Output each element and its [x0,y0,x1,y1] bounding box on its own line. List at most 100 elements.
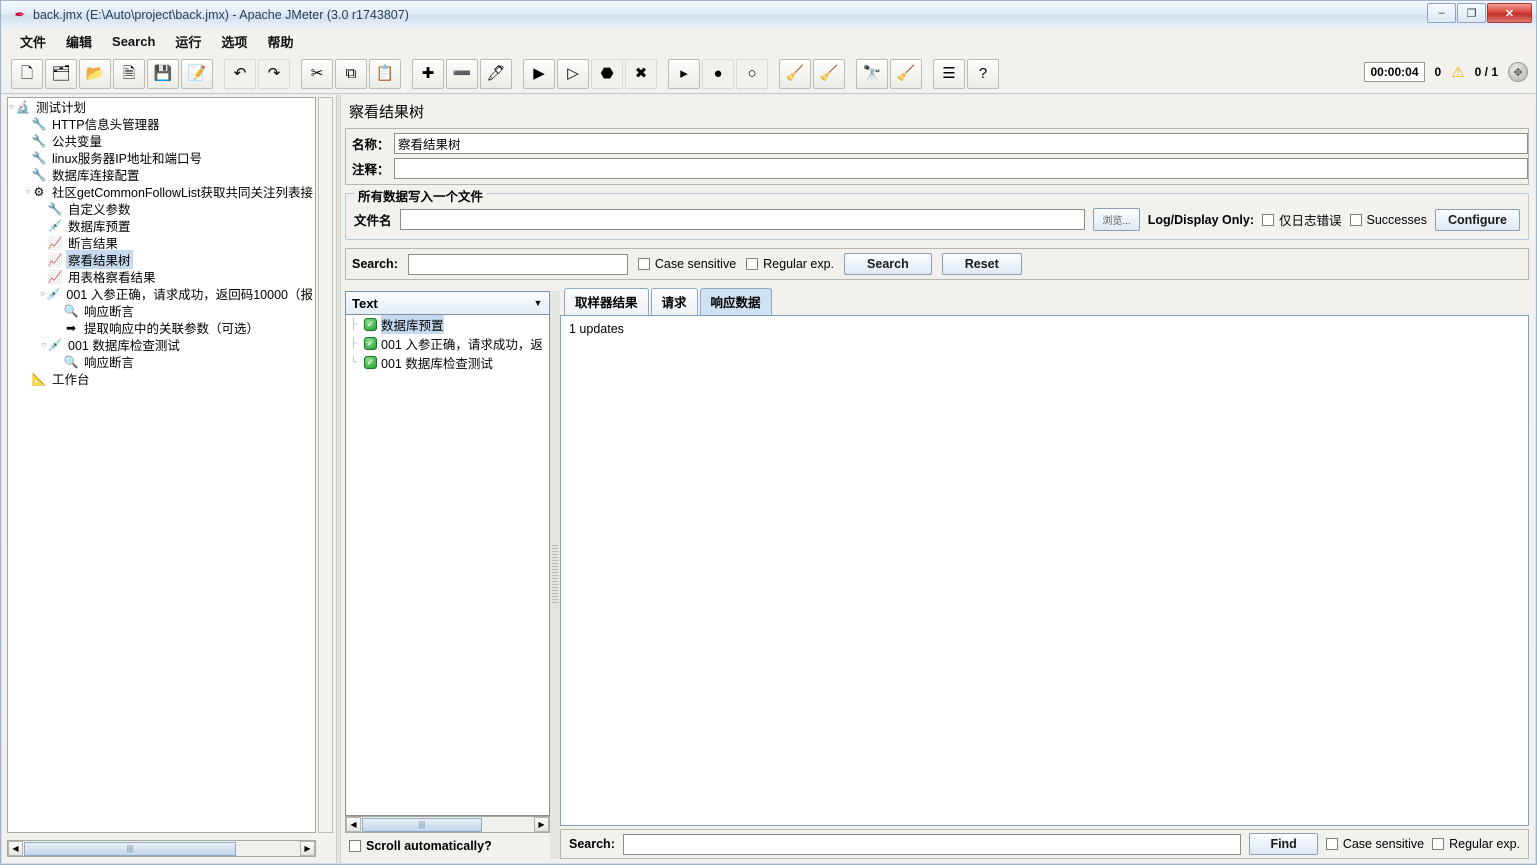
minimize-button[interactable]: – [1427,3,1456,23]
start-remote-all-button[interactable]: ▸ [668,58,700,89]
result-list-item[interactable]: ├ ✓ 数据库预置 [346,315,549,334]
results-scroll-left-icon[interactable]: ◀ [346,817,361,832]
result-tab-2[interactable]: 响应数据 [699,288,772,315]
search-case-sensitive-checkbox[interactable]: Case sensitive [637,257,737,271]
scroll-automatically-checkbox[interactable]: Scroll automatically? [349,839,492,853]
chevron-down-icon[interactable]: ▼ [527,298,549,308]
redo-button[interactable]: ↷ [258,58,290,89]
clear-all-button[interactable]: 🧹 [813,58,845,89]
remote-engines-icon[interactable]: ✥ [1508,62,1528,82]
results-splitter[interactable] [550,291,560,859]
successes-checkbox[interactable]: Successes [1349,213,1427,227]
save-as-button[interactable]: 📝 [181,58,213,89]
search-button[interactable]: 🔭 [856,58,888,89]
name-input[interactable]: 察看结果树 [394,133,1528,154]
result-tab-1[interactable]: 请求 [650,288,698,315]
comment-input[interactable] [394,158,1528,179]
search-regex-box[interactable] [746,258,759,270]
paste-button[interactable]: 📋 [369,58,401,89]
tree-hscroll-thumb[interactable]: ||| [24,841,236,856]
menu-item-3[interactable]: 运行 [165,29,211,54]
tree-node[interactable]: ○ ⚙ 社区getCommonFollowList获取共同关注列表接 [8,183,315,201]
tree-node[interactable]: ○ 💉 001 入参正确，请求成功，返回码10000（报 [8,285,315,303]
results-list[interactable]: ├ ✓ 数据库预置 ├ ✓ 001 入参正确，请求成功，返 └ ✓ 001 数据库检查测试 [345,315,550,816]
tree-node[interactable]: ○ 💉 001 数据库检查测试 [8,336,315,354]
find-case-sensitive-box[interactable] [1325,838,1338,850]
configure-button[interactable]: Configure [1434,208,1520,231]
tree-node[interactable]: 🔧 数据库连接配置 [8,166,315,184]
close-button[interactable]: ✕ [1487,3,1532,23]
tree-vertical-scrollbar[interactable] [318,97,333,833]
result-list-item[interactable]: ├ ✓ 001 入参正确，请求成功，返 [346,334,549,353]
result-list-item[interactable]: └ ✓ 001 数据库检查测试 [346,353,549,372]
search-button[interactable]: Search [844,253,932,275]
menu-item-5[interactable]: 帮助 [257,29,303,54]
find-input[interactable] [622,833,1242,855]
tree-node[interactable]: 🔧 HTTP信息头管理器 [8,115,315,133]
templates-button[interactable]: 🗂 [45,58,77,89]
menu-item-2[interactable]: Search [102,31,165,52]
errors-only-checkbox-box[interactable] [1262,213,1274,226]
find-button[interactable]: Find [1249,833,1318,855]
tree-node[interactable]: 📈 用表格察看结果 [8,268,315,286]
tree-node[interactable]: 💉 数据库预置 [8,217,315,235]
search-regex-checkbox[interactable]: Regular exp. [746,257,834,271]
find-case-sensitive-checkbox[interactable]: Case sensitive [1325,837,1424,851]
shutdown-button[interactable]: ✖ [625,58,657,89]
scroll-automatically-box[interactable] [349,840,361,852]
filename-input[interactable] [399,209,1086,230]
tree-node[interactable]: 🔍 响应断言 [8,353,315,371]
start-no-pauses-button[interactable]: ▷ [557,58,589,89]
toggle-button[interactable]: 🖊 [480,58,512,89]
scroll-right-arrow-icon[interactable]: ▶ [300,841,315,856]
collapse-all-button[interactable]: ➖ [446,58,478,89]
tree-node[interactable]: 📈 察看结果树 [8,250,315,269]
menu-item-1[interactable]: 编辑 [56,29,102,54]
tree-node[interactable]: 🔍 响应断言 [8,302,315,320]
results-horizontal-scrollbar[interactable]: ◀ ||| ▶ [345,816,550,833]
function-helper-button[interactable]: ☰ [933,58,965,89]
tree-node[interactable]: 🔧 公共变量 [8,132,315,150]
search-input[interactable] [407,253,628,275]
open-button[interactable]: 📂 [79,58,111,89]
start-button[interactable]: ▶ [523,58,555,89]
warning-triangle-icon[interactable]: ⚠ [1451,63,1464,81]
cut-button[interactable]: ✂ [301,58,333,89]
tree-node[interactable]: 🔧 linux服务器IP地址和端口号 [8,149,315,167]
tree-horizontal-scrollbar[interactable]: ◀ ||| ▶ [7,840,316,857]
results-scroll-right-icon[interactable]: ▶ [534,817,549,832]
find-regex-box[interactable] [1432,838,1445,850]
menu-item-4[interactable]: 选项 [211,29,257,54]
shutdown-remote-all-button[interactable]: ○ [736,58,768,89]
browse-button[interactable]: 浏览... [1093,208,1140,231]
copy-button[interactable]: ⧉ [335,58,367,89]
scroll-left-arrow-icon[interactable]: ◀ [8,841,23,856]
tree-node[interactable]: 📐 工作台 [8,370,315,388]
test-plan-tree[interactable]: ○ 🔬 测试计划 🔧 HTTP信息头管理器 🔧 公共变量 🔧 linux服务器IP地址和端口号 🔧… [7,97,316,833]
expand-all-button[interactable]: ✚ [412,58,444,89]
find-regex-checkbox[interactable]: Regular exp. [1432,837,1520,851]
reset-button[interactable]: Reset [941,253,1022,275]
result-tab-0[interactable]: 取样器结果 [564,288,649,315]
tree-node[interactable]: ➡ 提取响应中的关联参数（可选） [8,319,315,337]
successes-checkbox-box[interactable] [1349,213,1362,226]
new-button[interactable]: 🗋 [11,58,43,89]
renderer-combo[interactable]: Text ▼ [345,291,550,315]
results-hscroll-thumb[interactable]: ||| [362,817,482,832]
help-button[interactable]: ? [967,58,999,89]
save-button[interactable]: 💾 [147,58,179,89]
errors-only-checkbox[interactable]: 仅日志错误 [1262,210,1342,229]
search-case-sensitive-box[interactable] [637,258,650,270]
search-case-sensitive-label: Case sensitive [654,257,737,271]
stop-remote-all-button[interactable]: ● [702,58,734,89]
tree-node[interactable]: 📈 断言结果 [8,234,315,252]
undo-button[interactable]: ↶ [224,58,256,89]
reset-search-button[interactable]: 🧹 [890,58,922,89]
close-button[interactable]: 🗎 [113,58,145,89]
tree-node[interactable]: ○ 🔬 测试计划 [8,98,315,116]
stop-button[interactable]: ⬣ [591,58,623,89]
clear-button[interactable]: 🧹 [779,58,811,89]
maximize-button[interactable]: ❐ [1457,3,1486,23]
menu-item-0[interactable]: 文件 [10,29,56,54]
tree-node[interactable]: 🔧 自定义参数 [8,200,315,218]
